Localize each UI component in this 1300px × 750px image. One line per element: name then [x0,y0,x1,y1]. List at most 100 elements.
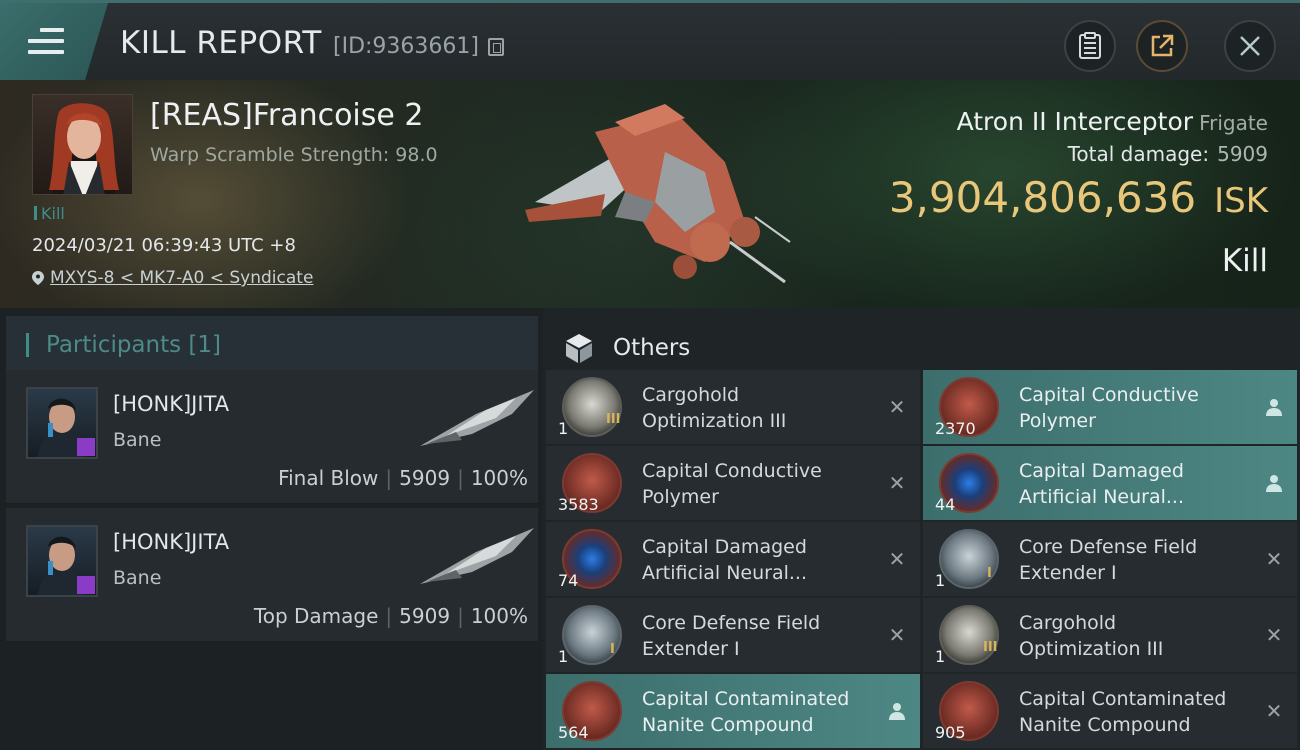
participant-role-badge [77,576,95,594]
tier-badge: III [983,640,998,655]
item-capital-conductive-polymer[interactable]: 3583 Capital Conductive Polymer ✕ [546,446,920,520]
item-name: Capital Conductive Polymer [1019,384,1199,432]
others-panel: Others III 1 Cargohold Optimization III … [543,308,1300,750]
item-name: Capital Conductive Polymer [642,460,822,508]
participant-row[interactable]: [HONK]JITA Bane Final Blow | 5909 | 100% [6,370,538,504]
item-capital-contaminated-nanite[interactable]: 564 Capital Contaminated Nanite Compound [546,674,920,748]
kill-location[interactable]: MXYS-8 < MK7-A0 < Syndicate [32,268,313,288]
item-name: Capital Damaged Artificial Neural... [1019,460,1184,508]
participant-name[interactable]: [HONK]JITA [113,530,229,554]
cargohold-icon [939,605,999,665]
warp-scramble-strength: Warp Scramble Strength: 98.0 [150,144,438,166]
item-name: Cargohold Optimization III [642,384,787,432]
header-accent-bar [26,333,29,357]
clipboard-icon [1079,32,1101,59]
ship-name[interactable]: Atron II Interceptor Frigate [957,107,1268,136]
clipboard-button[interactable] [1064,20,1116,72]
menu-icon [28,28,64,56]
item-name: Cargohold Optimization III [1019,612,1164,660]
item-name: Capital Contaminated Nanite Compound [642,688,850,736]
item-cargohold-optimization[interactable]: III 1 Cargohold Optimization III ✕ [546,370,920,444]
destroyed-icon: ✕ [888,547,906,571]
dropped-person-icon [1266,475,1282,492]
victim-name[interactable]: [REAS]Francoise 2 [150,98,423,133]
item-name: Capital Damaged Artificial Neural... [642,536,807,584]
participant-ship-image [420,528,534,584]
isk-currency: ISK [1214,181,1268,221]
kill-timestamp: 2024/03/21 06:39:43 UTC +8 [32,235,296,256]
header-bar: KILL REPORT [ID:9363661] [0,0,1300,83]
destroyed-icon: ✕ [1265,623,1283,647]
destroyed-icon: ✕ [888,471,906,495]
participant-damage: 5909 [399,466,451,490]
destroyed-icon: ✕ [1265,699,1283,723]
ship-type: Atron II Interceptor [956,107,1194,136]
participants-header: Participants [1] [6,316,538,370]
destroyed-icon: ✕ [888,623,906,647]
cargohold-icon [562,377,622,437]
participant-row[interactable]: [HONK]JITA Bane Top Damage | 5909 | 100% [6,508,538,642]
item-quantity: 1 [558,647,569,666]
item-quantity: 3583 [558,495,599,514]
total-damage-value: 5909 [1217,142,1268,166]
copy-icon[interactable] [488,38,504,56]
isk-value: 3,904,806,636 ISK [889,173,1268,222]
total-damage: Total damage: 5909 [1068,142,1268,166]
share-icon [1151,34,1174,57]
others-header: Others [543,316,1300,370]
item-quantity: 1 [935,571,946,590]
ship-render-image [525,104,791,284]
item-quantity: 1 [935,647,946,666]
participants-title: Participants [1] [46,332,221,358]
ship-class: Frigate [1199,111,1268,135]
others-title: Others [613,335,691,361]
destroyed-icon: ✕ [1265,547,1283,571]
location-link[interactable]: MXYS-8 < MK7-A0 < Syndicate [50,268,313,288]
kill-result: Kill [1221,243,1268,279]
tier-badge: III [606,412,621,427]
item-capital-conductive-polymer[interactable]: 2370 Capital Conductive Polymer [923,370,1297,444]
participant-stats: Final Blow | 5909 | 100% [278,466,528,490]
page-title: KILL REPORT [120,25,322,61]
participant-ship-image [420,390,534,446]
participant-percent: 100% [470,604,528,628]
item-quantity: 1 [558,419,569,438]
participant-ship: Bane [113,567,162,589]
item-quantity: 2370 [935,419,976,438]
item-name: Core Defense Field Extender I [1019,536,1198,584]
report-id: [ID:9363661] [333,34,479,59]
kill-tag: Kill [34,204,65,223]
pilot-portrait-image [49,103,119,194]
participant-ship: Bane [113,429,162,451]
dropped-person-icon [1266,399,1282,416]
participant-name[interactable]: [HONK]JITA [113,392,229,416]
participant-role: Top Damage [253,604,379,628]
item-core-defense-field-extender[interactable]: I 1 Core Defense Field Extender I ✕ [546,598,920,672]
participant-avatar[interactable] [26,525,98,597]
item-capital-contaminated-nanite[interactable]: 905 Capital Contaminated Nanite Compound… [923,674,1297,748]
item-capital-damaged-neural[interactable]: 74 Capital Damaged Artificial Neural... … [546,522,920,596]
dropped-person-icon [889,703,905,720]
participant-role: Final Blow [278,466,379,490]
item-quantity: 44 [935,495,956,514]
item-cargohold-optimization[interactable]: III 1 Cargohold Optimization III ✕ [923,598,1297,672]
close-button[interactable] [1224,20,1276,72]
participant-role-badge [77,438,95,456]
item-quantity: 905 [935,723,966,742]
participant-avatar[interactable] [26,387,98,459]
participant-stats: Top Damage | 5909 | 100% [253,604,528,628]
location-pin-icon [32,271,44,285]
item-core-defense-field-extender[interactable]: I 1 Core Defense Field Extender I ✕ [923,522,1297,596]
item-capital-damaged-neural[interactable]: 44 Capital Damaged Artificial Neural... [923,446,1297,520]
participant-damage: 5909 [399,604,451,628]
menu-button[interactable] [0,3,108,83]
item-name: Capital Contaminated Nanite Compound [1019,688,1227,736]
participants-panel: Participants [1] [HONK]JITA Bane Final B… [0,308,543,750]
item-quantity: 74 [558,571,579,590]
destroyed-icon: ✕ [888,395,906,419]
victim-portrait[interactable] [32,94,133,195]
share-button[interactable] [1136,20,1188,72]
cube-icon [566,334,592,363]
participant-percent: 100% [470,466,528,490]
close-icon [1240,36,1260,56]
